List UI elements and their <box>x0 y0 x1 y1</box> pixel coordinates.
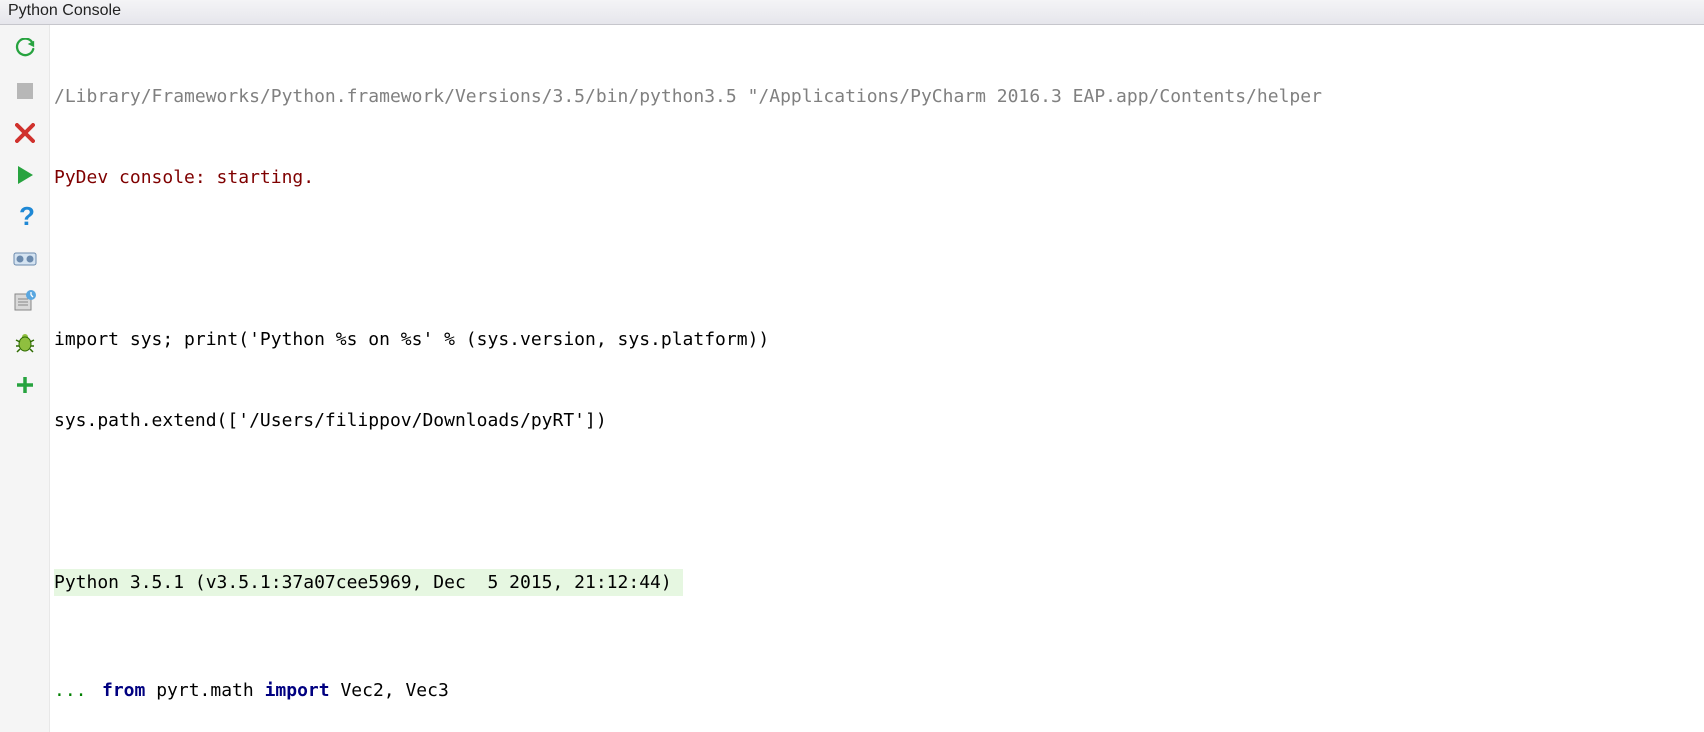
history-button[interactable] <box>11 287 39 315</box>
stop-button[interactable] <box>11 77 39 105</box>
play-icon <box>15 164 35 186</box>
sys-path-line: sys.path.extend(['/Users/filippov/Downlo… <box>54 407 1704 434</box>
svg-text:?: ? <box>19 205 35 229</box>
stop-icon <box>16 82 34 100</box>
panel-title: Python Console <box>0 0 1704 25</box>
plus-icon <box>15 375 35 395</box>
imported-names: Vec2, Vec3 <box>330 677 449 704</box>
history-icon <box>14 290 36 312</box>
close-icon <box>15 123 35 143</box>
gutter-toolbar: ? <box>0 25 50 732</box>
help-icon: ? <box>15 205 35 229</box>
bug-icon <box>13 332 37 354</box>
import-keyword: import <box>265 677 330 704</box>
version-banner-line: Python 3.5.1 (v3.5.1:37a07cee5969, Dec 5… <box>54 569 1704 596</box>
run-button[interactable] <box>11 161 39 189</box>
blank-line <box>54 245 1704 272</box>
module-name: pyrt.math <box>145 677 264 704</box>
rerun-button[interactable] <box>11 35 39 63</box>
help-button[interactable]: ? <box>11 203 39 231</box>
close-button[interactable] <box>11 119 39 147</box>
attach-debugger-button[interactable] <box>11 329 39 357</box>
version-banner-text: Python 3.5.1 (v3.5.1:37a07cee5969, Dec 5… <box>54 569 683 596</box>
rerun-icon <box>14 38 36 60</box>
import-sys-line: import sys; print('Python %s on %s' % (s… <box>54 326 1704 353</box>
watch-icon <box>13 250 37 268</box>
show-variables-button[interactable] <box>11 245 39 273</box>
startup-line: PyDev console: starting. <box>54 164 1704 191</box>
blank-line <box>54 488 1704 515</box>
new-console-button[interactable] <box>11 371 39 399</box>
console-output[interactable]: /Library/Frameworks/Python.framework/Ver… <box>50 25 1704 732</box>
code-line: ... from pyrt.math import Vec2, Vec3 <box>54 677 1704 704</box>
interpreter-path-line: /Library/Frameworks/Python.framework/Ver… <box>54 83 1704 110</box>
continuation-prompt: ... <box>54 677 102 704</box>
main-area: ? <box>0 25 1704 732</box>
from-keyword: from <box>102 677 145 704</box>
